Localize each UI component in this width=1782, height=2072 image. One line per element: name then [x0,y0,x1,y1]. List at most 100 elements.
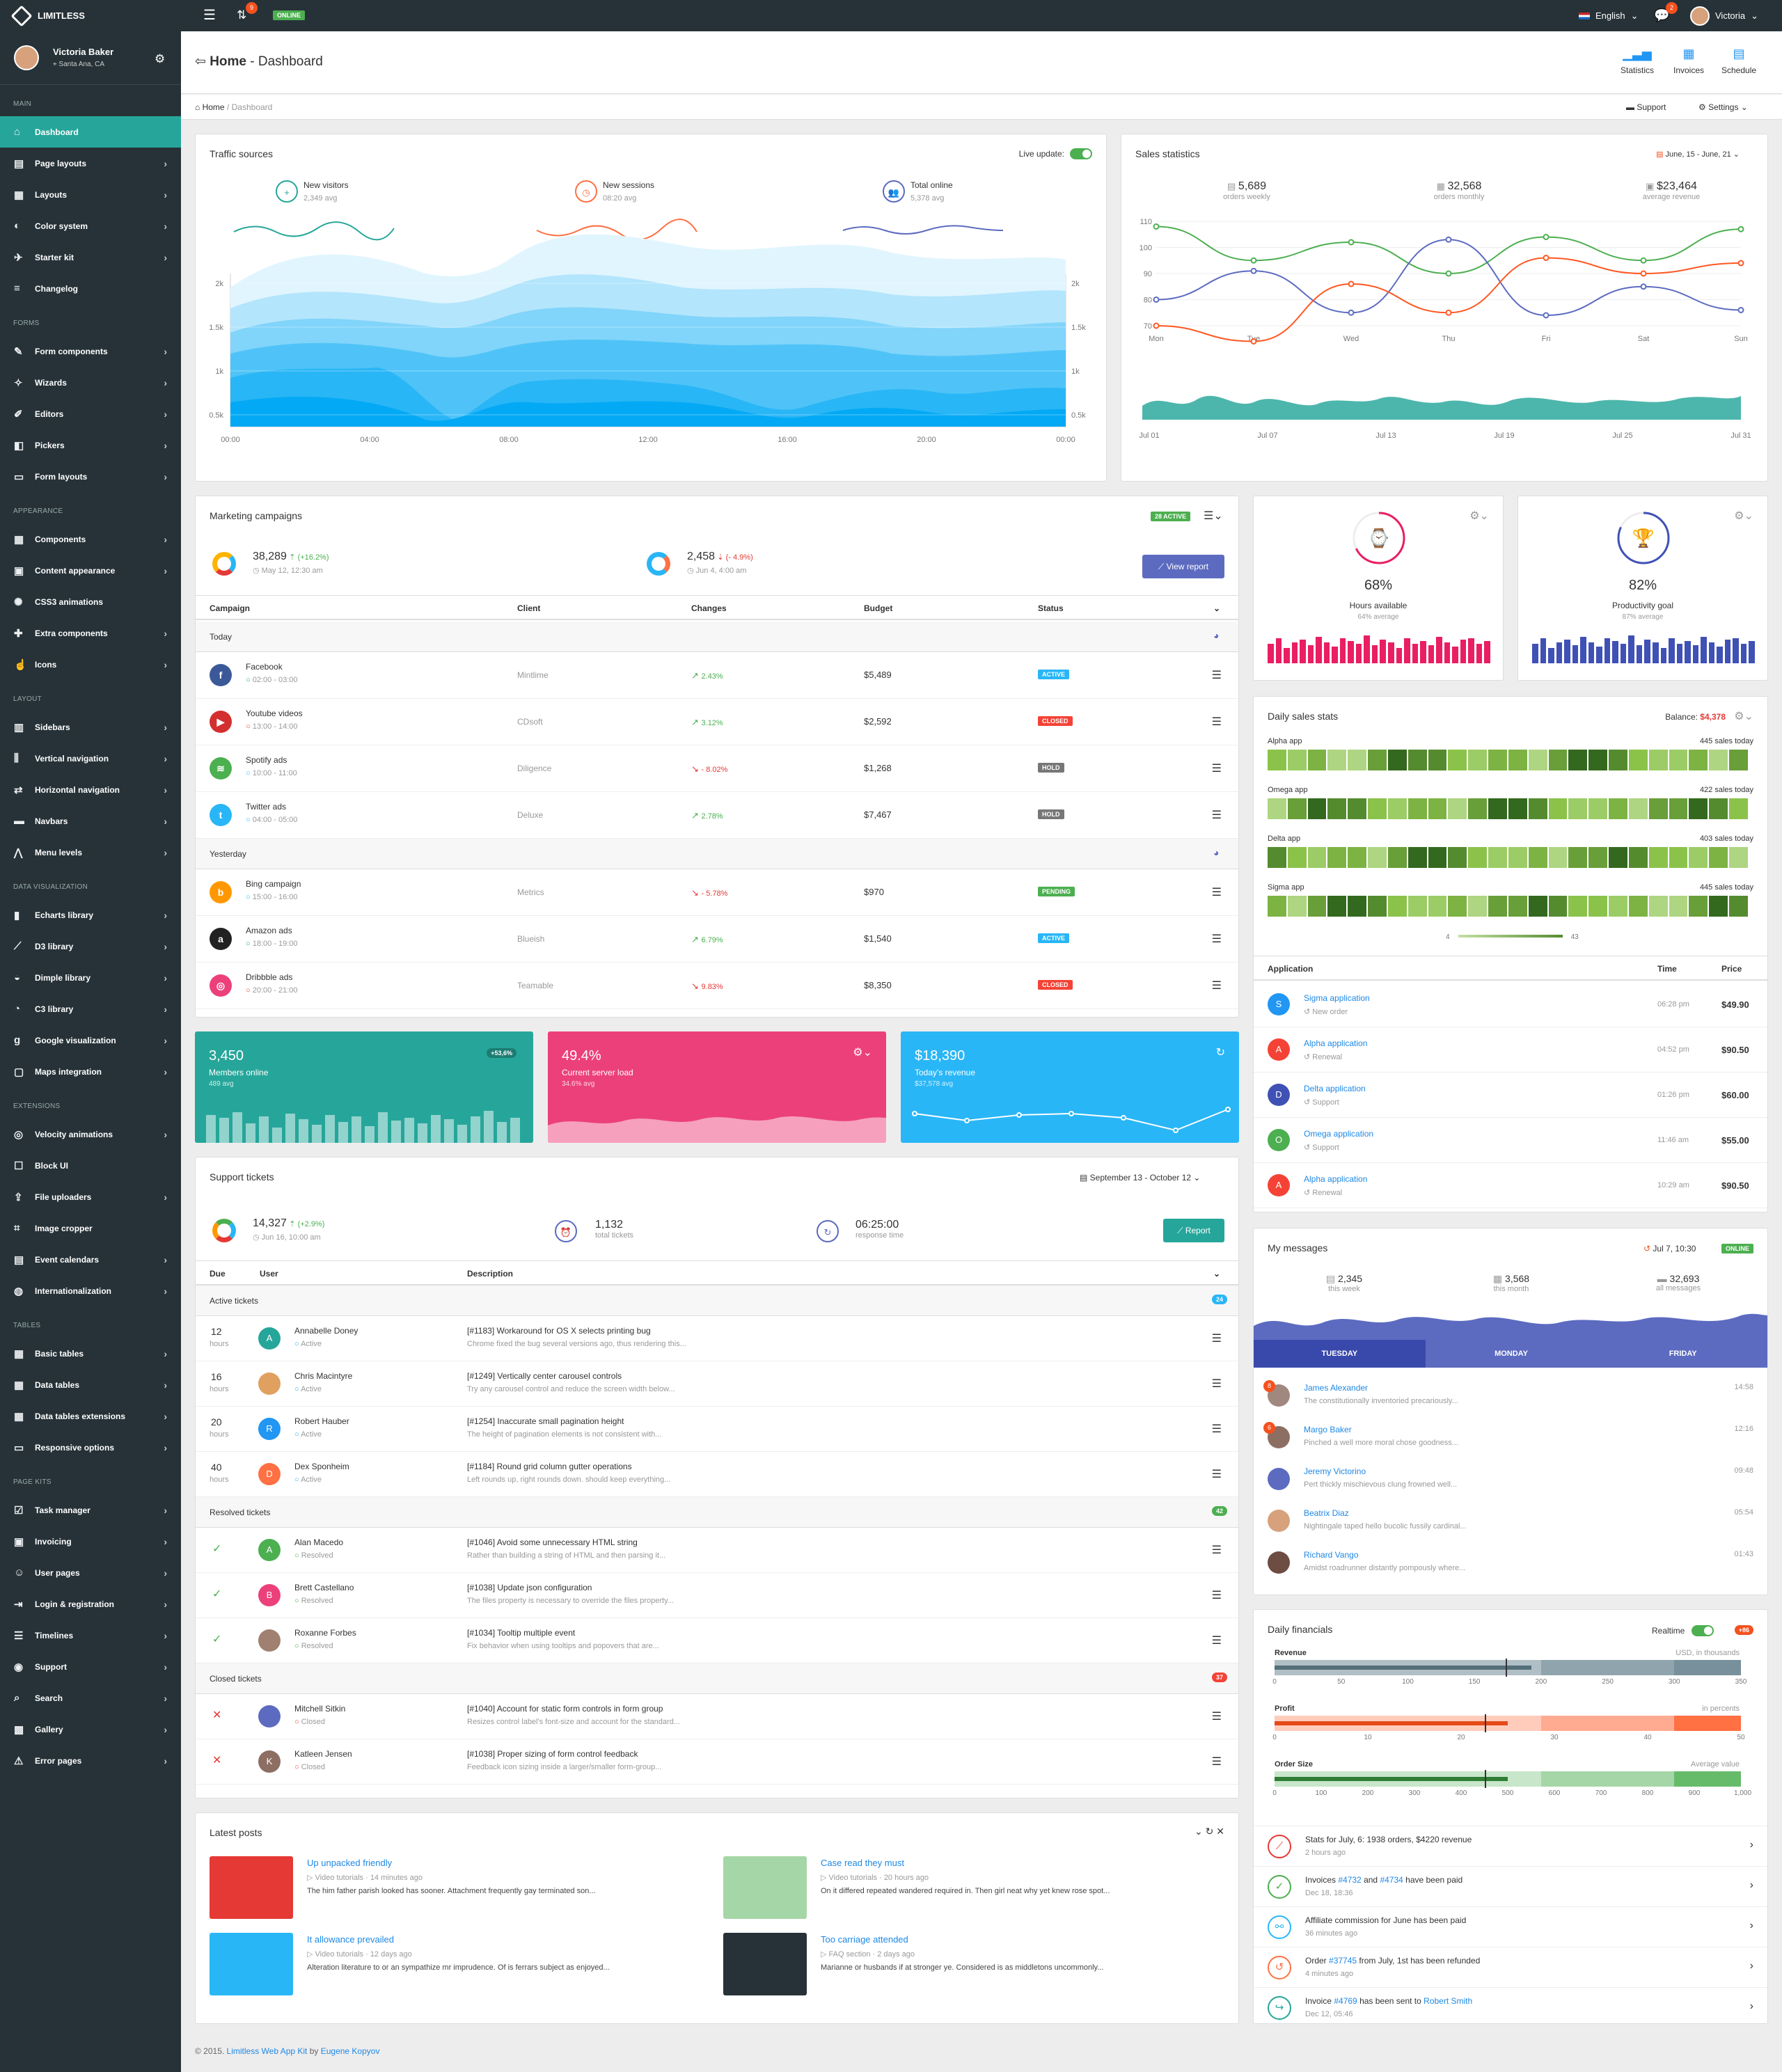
menu-icon[interactable]: ☰ [1212,761,1222,775]
heatmap-cell[interactable] [1729,798,1748,819]
menu-icon[interactable]: ☰⌄ [1204,509,1223,523]
heatmap-cell[interactable] [1508,847,1527,868]
sidebar-item-dimple-library[interactable]: ◒ Dimple library › [0,962,181,993]
sidebar-item-wizards[interactable]: ✧ Wizards › [0,367,181,398]
sidebar-item-horizontal-navigation[interactable]: ⇄ Horizontal navigation › [0,774,181,805]
sidebar-item-event-calendars[interactable]: ▤ Event calendars › [0,1244,181,1275]
heatmap-cell[interactable] [1348,798,1367,819]
settings-dropdown[interactable]: ⚙ Settings ⌄ [1698,102,1748,112]
heatmap-cell[interactable] [1669,798,1688,819]
heatmap-cell[interactable] [1528,750,1547,770]
heatmap-cell[interactable] [1348,896,1367,917]
menu-icon[interactable]: ☰ [1212,1377,1222,1391]
sidebar-item-block-ui[interactable]: ☐ Block UI [0,1150,181,1181]
heatmap-cell[interactable] [1628,750,1648,770]
menu-icon[interactable]: ☰ [1212,1709,1222,1723]
list-item[interactable]: 6 Margo Baker Pinched a well more moral ch… [1254,1416,1767,1458]
heatmap-cell[interactable] [1528,896,1547,917]
post-thumbnail[interactable] [723,1856,807,1919]
post-thumbnail[interactable] [210,1856,293,1919]
list-item[interactable]: 8 James Alexander The constitutionally inv… [1254,1375,1767,1416]
heatmap-cell[interactable] [1609,896,1627,917]
heatmap-cell[interactable] [1588,798,1608,819]
list-item[interactable]: Richard Vango Amidst roadrunner distantly… [1254,1542,1767,1583]
activity-item[interactable]: ↪ Invoice #4769 has been sent to Robert S… [1254,1987,1767,2023]
heatmap-cell[interactable] [1488,798,1507,819]
status-badge[interactable]: CLOSED [1038,716,1073,726]
ticket-title[interactable]: [#1040] Account for static form controls… [467,1704,663,1714]
heatmap-cell[interactable] [1488,896,1507,917]
sidebar-item-layouts[interactable]: ▦ Layouts › [0,179,181,210]
heatmap-cell[interactable] [1287,798,1307,819]
heatmap-cell[interactable] [1448,896,1467,917]
application-link[interactable]: Omega application [1304,1129,1373,1139]
post-title[interactable]: Case read they must [821,1858,904,1868]
user-name[interactable]: Annabelle Doney [294,1326,358,1336]
brand[interactable]: LIMITLESS [10,0,85,31]
gear-icon[interactable]: ⚙⌄ [853,1045,872,1059]
heatmap-cell[interactable] [1287,847,1307,868]
heatmap-cell[interactable] [1428,847,1447,868]
ticket-title[interactable]: [#1046] Avoid some unnecessary HTML stri… [467,1537,638,1547]
heatmap-cell[interactable] [1628,847,1648,868]
sidebar-item-icons[interactable]: ☝ Icons › [0,649,181,680]
heatmap-cell[interactable] [1408,847,1427,868]
activity-item[interactable]: ✓ Invoices #4732 and #4734 have been paid… [1254,1866,1767,1906]
heatmap-cell[interactable] [1588,896,1608,917]
toggle-switch[interactable] [1692,1625,1714,1636]
heatmap-cell[interactable] [1387,847,1407,868]
sidebar-item-data-tables[interactable]: ▦ Data tables › [0,1369,181,1400]
heatmap-cell[interactable] [1327,896,1347,917]
sidebar-item-file-uploaders[interactable]: ⇪ File uploaders › [0,1181,181,1212]
heatmap-cell[interactable] [1408,896,1427,917]
tab-friday[interactable]: FRIDAY [1597,1340,1767,1368]
heatmap-cell[interactable] [1268,750,1286,770]
user-name[interactable]: Chris Macintyre [294,1371,352,1381]
toggle-switch[interactable] [1070,148,1092,159]
menu-icon[interactable]: ☰ [1212,1422,1222,1436]
sidebar-item-echarts-library[interactable]: ▮ Echarts library › [0,899,181,931]
sender-name[interactable]: Richard Vango [1304,1550,1359,1560]
application-link[interactable]: Sigma application [1304,993,1370,1003]
heatmap-cell[interactable] [1307,896,1327,917]
heatmap-cell[interactable] [1327,798,1347,819]
heatmap-cell[interactable] [1648,750,1668,770]
heatmap-cell[interactable] [1287,896,1307,917]
status-badge[interactable]: CLOSED [1038,980,1073,990]
heatmap-cell[interactable] [1669,896,1688,917]
heatmap-cell[interactable] [1408,750,1427,770]
gear-icon[interactable]: ⚙⌄ [1734,509,1753,523]
date-range-dropdown[interactable]: ▤ June, 15 - June, 21 ⌄ [1656,150,1740,159]
heatmap-cell[interactable] [1488,847,1507,868]
sidebar-item-internationalization[interactable]: ◍ Internationalization › [0,1275,181,1306]
post-thumbnail[interactable] [210,1933,293,1995]
sidebar-item-css3-animations[interactable]: ✺ CSS3 animations [0,586,181,617]
sidebar-item-color-system[interactable]: ◐ Color system › [0,210,181,242]
campaign-name[interactable]: Spotify ads [246,755,287,765]
support-link[interactable]: ▬ Support [1626,102,1666,112]
sidebar-item-changelog[interactable]: ≡ Changelog [0,273,181,304]
sidebar-item-form-layouts[interactable]: ▭ Form layouts › [0,461,181,492]
user-name[interactable]: Dex Sponheim [294,1462,349,1471]
chevron-right-icon[interactable]: › [1750,1960,1753,1972]
sidebar-item-pickers[interactable]: ◧ Pickers › [0,429,181,461]
menu-toggle-icon[interactable]: ☰ [203,8,216,22]
menu-icon[interactable]: ☰ [1212,1467,1222,1481]
sidebar-item-task-manager[interactable]: ☑ Task manager › [0,1494,181,1526]
heatmap-cell[interactable] [1709,750,1728,770]
sidebar-item-editors[interactable]: ✐ Editors › [0,398,181,429]
user-name[interactable]: Robert Hauber [294,1416,349,1426]
sidebar-item-support[interactable]: ◉ Support › [0,1651,181,1682]
heatmap-cell[interactable] [1268,896,1286,917]
sidebar-item-components[interactable]: ▦ Components › [0,523,181,555]
activity-item[interactable]: ⚯ Affiliate commission for June has been … [1254,1906,1767,1947]
heatmap-cell[interactable] [1368,750,1387,770]
reload-icon[interactable]: ↻ [1216,1045,1225,1059]
heatmap-cell[interactable] [1548,750,1568,770]
realtime-toggle[interactable]: Realtime [1652,1625,1714,1636]
tab-monday[interactable]: MONDAY [1425,1340,1598,1368]
sidebar-item-page-layouts[interactable]: ▤ Page layouts › [0,148,181,179]
heatmap-cell[interactable] [1669,847,1688,868]
post-title[interactable]: It allowance prevailed [307,1934,394,1945]
menu-icon[interactable]: ☰ [1212,885,1222,899]
